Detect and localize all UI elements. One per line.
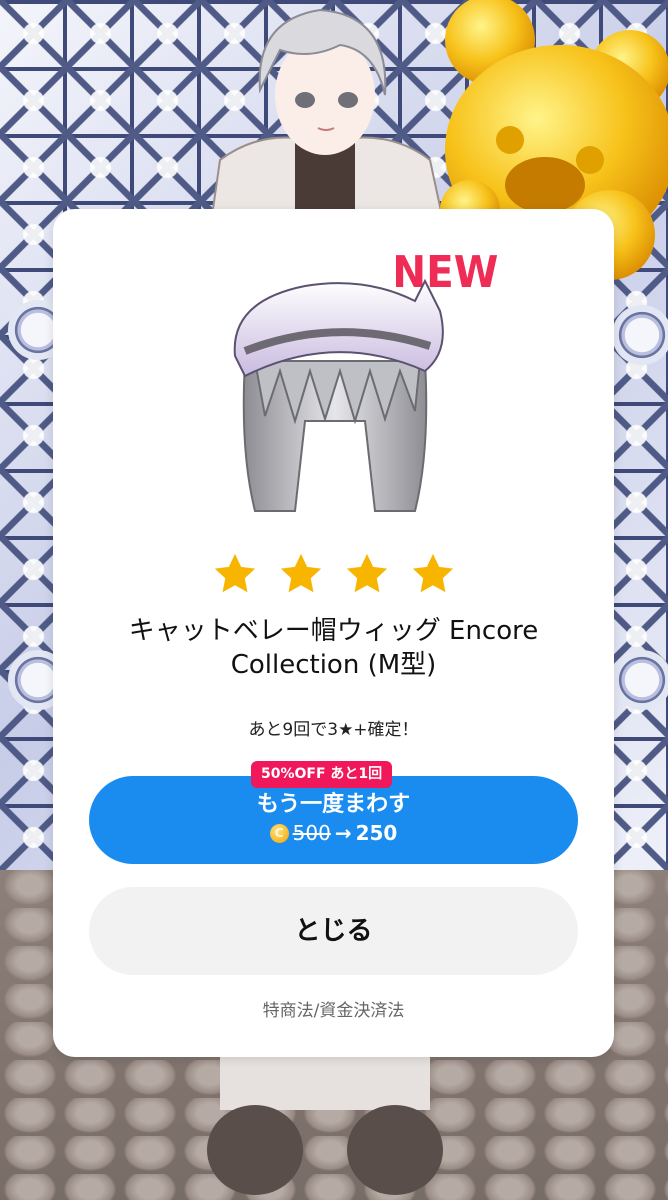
star-icon (214, 553, 255, 593)
star-icon (346, 553, 387, 593)
avatar-feet (207, 1040, 443, 1195)
window-medallion (612, 305, 668, 365)
discount-badge: 50%OFF あと1回 (251, 761, 393, 788)
star-icon (280, 553, 321, 593)
old-price: 500 (292, 821, 331, 845)
star-icon (412, 553, 453, 593)
cat-beret-wig-item-image (233, 278, 444, 512)
close-button[interactable]: とじる (89, 887, 578, 975)
coin-icon: C (269, 823, 289, 843)
price-line: C 500 → 250 (89, 820, 578, 846)
item-name: キャットベレー帽ウィッグ Encore Collection (M型) (128, 616, 539, 680)
gacha-result-dialog: NEW キャットベレー帽ウィッグ Encore Collection (M型) … (53, 209, 614, 1057)
pity-guarantee-text: あと9回で3★+確定！ (248, 720, 419, 740)
new-price: 250 (355, 821, 398, 845)
rarity-stars (53, 551, 614, 599)
legal-notice-link[interactable]: 特商法/資金決済法 (53, 996, 614, 1021)
arrow-text: → (334, 821, 352, 845)
window-medallion (612, 650, 668, 710)
spin-again-button[interactable]: もう一度まわす C 500 → 250 (89, 776, 578, 864)
avatar-character (208, 8, 447, 230)
